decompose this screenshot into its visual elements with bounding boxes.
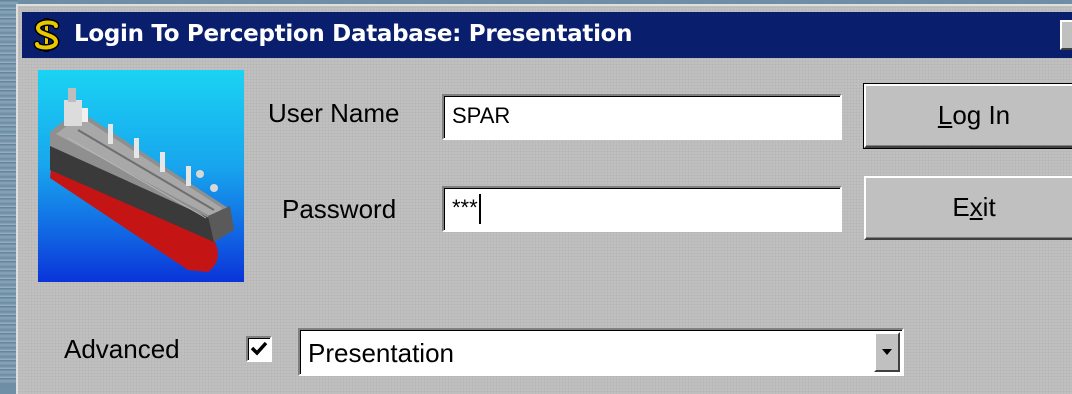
username-input[interactable]: SPAR — [442, 94, 842, 140]
window-title: Login To Perception Database: Presentati… — [74, 21, 633, 47]
username-label: User Name — [268, 98, 400, 128]
text-caret — [478, 194, 481, 225]
dropdown-arrow-button[interactable] — [874, 332, 900, 372]
login-accelerator: L — [937, 100, 953, 130]
close-button[interactable]: ✕ — [1060, 20, 1072, 50]
exit-button[interactable]: Exit — [864, 176, 1072, 240]
exit-button-prefix: E — [952, 192, 970, 222]
exit-accelerator: x — [969, 192, 983, 222]
database-select[interactable]: Presentation — [298, 328, 904, 376]
dollar-icon — [32, 17, 62, 53]
advanced-label: Advanced — [64, 334, 180, 364]
username-value: SPAR — [452, 103, 511, 128]
login-button[interactable]: Log In — [863, 83, 1072, 149]
database-select-value: Presentation — [308, 338, 454, 368]
password-label: Password — [282, 194, 397, 224]
ship-tanker-image — [38, 70, 244, 282]
password-value: *** — [452, 195, 478, 220]
exit-button-label: it — [982, 192, 996, 222]
dropdown-arrow-icon — [882, 349, 892, 355]
checkmark-icon — [250, 341, 268, 356]
login-button-label: og In — [952, 100, 1011, 130]
password-input[interactable]: *** — [442, 186, 842, 232]
advanced-checkbox[interactable] — [246, 336, 272, 362]
login-dialog: Login To Perception Database: Presentati… — [16, 4, 1072, 394]
title-bar[interactable]: Login To Perception Database: Presentati… — [22, 12, 1072, 58]
